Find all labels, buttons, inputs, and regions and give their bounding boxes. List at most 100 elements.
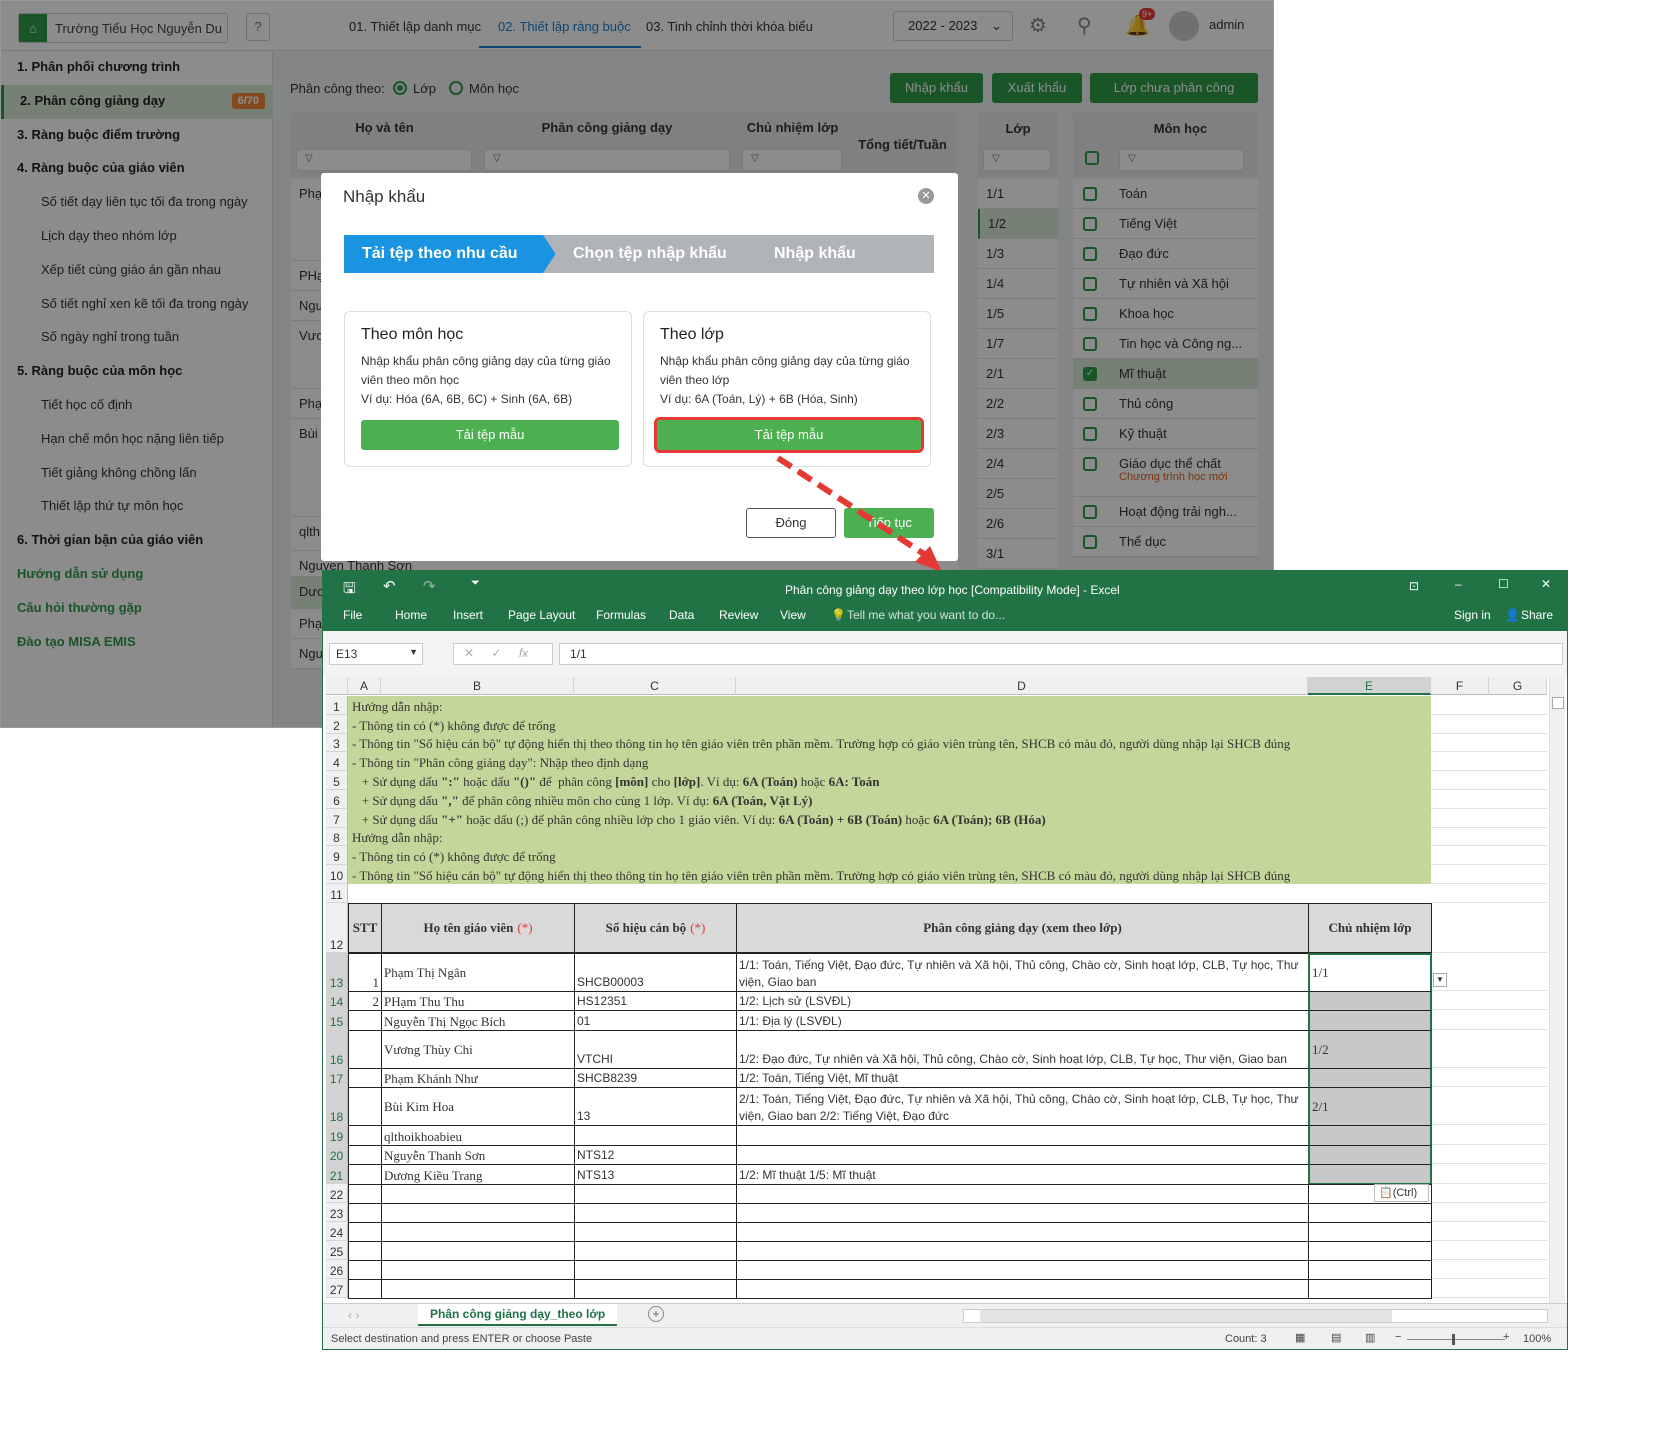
row-header[interactable]: 21 bbox=[326, 1164, 348, 1184]
table-cell-name[interactable]: qlthoikhoabieu bbox=[381, 1125, 575, 1146]
column-header-g[interactable]: G bbox=[1489, 677, 1547, 695]
table-cell-assign[interactable] bbox=[736, 1125, 1309, 1146]
table-cell-name[interactable]: Vương Thùy Chi bbox=[381, 1029, 575, 1069]
empty-cell[interactable] bbox=[1308, 1202, 1432, 1223]
table-cell-name[interactable]: Phạm Thị Ngân bbox=[381, 952, 575, 992]
table-cell-name[interactable]: Nguyễn Thanh Sơn bbox=[381, 1144, 575, 1166]
table-cell-homeroom[interactable] bbox=[1308, 1164, 1432, 1185]
empty-cell[interactable] bbox=[348, 1221, 382, 1242]
page-layout-view-icon[interactable]: ▤ bbox=[1331, 1331, 1341, 1344]
empty-cell[interactable] bbox=[574, 1259, 737, 1280]
row-header[interactable]: 5 bbox=[326, 771, 348, 790]
row-header[interactable]: 15 bbox=[326, 1010, 348, 1030]
empty-cell[interactable] bbox=[348, 1278, 382, 1299]
ribbon-tab-page-layout[interactable]: Page Layout bbox=[508, 608, 575, 622]
ribbon-tab-view[interactable]: View bbox=[780, 608, 806, 622]
empty-cell[interactable] bbox=[574, 1278, 737, 1299]
ribbon-tab-file[interactable]: File bbox=[343, 608, 362, 622]
table-cell-homeroom[interactable]: 2/1 bbox=[1308, 1087, 1432, 1127]
ribbon-display-icon[interactable]: ⊡ bbox=[1409, 579, 1419, 593]
ribbon-tab-home[interactable]: Home bbox=[395, 608, 427, 622]
column-header-b[interactable]: B bbox=[381, 677, 574, 695]
empty-cell[interactable] bbox=[736, 1183, 1309, 1204]
row-header[interactable]: 25 bbox=[326, 1240, 348, 1260]
table-cell-assign[interactable]: 1/2: Lịch sử (LSVĐL) bbox=[736, 990, 1309, 1012]
row-header[interactable]: 9 bbox=[326, 846, 348, 866]
empty-cell[interactable] bbox=[1308, 1278, 1432, 1299]
empty-cell[interactable] bbox=[736, 1278, 1309, 1299]
table-cell-stt[interactable]: 1 bbox=[348, 952, 382, 992]
name-box[interactable]: E13 ▼ bbox=[329, 643, 423, 665]
empty-cell[interactable] bbox=[381, 1202, 575, 1223]
table-cell-name[interactable]: Nguyễn Thị Ngọc Bích bbox=[381, 1010, 575, 1031]
maximize-icon[interactable]: ☐ bbox=[1498, 577, 1509, 591]
row-header[interactable]: 19 bbox=[326, 1125, 348, 1145]
table-cell-code[interactable]: 01 bbox=[574, 1010, 737, 1031]
table-cell-code[interactable]: NTS13 bbox=[574, 1164, 737, 1185]
row-header[interactable]: 20 bbox=[326, 1144, 348, 1165]
tell-me-box[interactable]: Tell me what you want to do... bbox=[847, 608, 1005, 622]
table-cell-name[interactable]: Phạm Khánh Như bbox=[381, 1067, 575, 1089]
empty-cell[interactable] bbox=[736, 1221, 1309, 1242]
dropdown-arrow-icon[interactable]: ▼ bbox=[1433, 972, 1447, 987]
redo-icon[interactable]: ↷ bbox=[423, 577, 436, 595]
empty-cell[interactable] bbox=[381, 1183, 575, 1204]
column-header-a[interactable]: A bbox=[348, 677, 381, 695]
empty-cell[interactable] bbox=[1308, 1240, 1432, 1261]
row-header[interactable]: 12 bbox=[326, 902, 348, 953]
select-all-corner[interactable] bbox=[326, 677, 348, 695]
empty-cell[interactable] bbox=[348, 1259, 382, 1280]
empty-cell[interactable] bbox=[736, 1240, 1309, 1261]
empty-cell[interactable] bbox=[348, 1202, 382, 1223]
empty-cell[interactable] bbox=[1308, 1221, 1432, 1242]
close-window-icon[interactable]: ✕ bbox=[1541, 577, 1551, 591]
table-cell-homeroom[interactable] bbox=[1308, 990, 1432, 1012]
column-header-d[interactable]: D bbox=[736, 677, 1308, 695]
column-header-f[interactable]: F bbox=[1431, 677, 1489, 695]
empty-cell[interactable] bbox=[381, 1221, 575, 1242]
empty-cell[interactable] bbox=[1308, 1259, 1432, 1280]
empty-cell[interactable] bbox=[348, 1183, 382, 1204]
table-cell-stt[interactable] bbox=[348, 1010, 382, 1031]
row-header[interactable]: 3 bbox=[326, 733, 348, 753]
row-header[interactable]: 13 bbox=[326, 952, 348, 991]
row-header[interactable]: 8 bbox=[326, 827, 348, 847]
table-cell-assign[interactable]: 1/2: Đạo đức, Tự nhiên và Xã hội, Thủ cô… bbox=[736, 1029, 1309, 1069]
table-cell-assign[interactable]: 2/1: Toán, Tiếng Việt, Đạo đức, Tự nhiên… bbox=[736, 1087, 1309, 1127]
ribbon-tab-review[interactable]: Review bbox=[719, 608, 758, 622]
row-header[interactable]: 24 bbox=[326, 1221, 348, 1241]
table-cell-code[interactable]: NTS12 bbox=[574, 1144, 737, 1166]
page-break-view-icon[interactable]: ▥ bbox=[1365, 1331, 1375, 1344]
ribbon-tab-data[interactable]: Data bbox=[669, 608, 694, 622]
table-cell-homeroom[interactable]: 1/2 bbox=[1308, 1029, 1432, 1069]
row-header[interactable]: 10 bbox=[326, 865, 348, 884]
empty-cell[interactable] bbox=[381, 1278, 575, 1299]
row-header[interactable]: 18 bbox=[326, 1087, 348, 1126]
row-header[interactable]: 17 bbox=[326, 1067, 348, 1088]
row-header[interactable]: 2 bbox=[326, 714, 348, 734]
table-cell-assign[interactable]: 1/2: Mĩ thuật 1/5: Mĩ thuật bbox=[736, 1164, 1309, 1185]
add-sheet-icon[interactable]: + bbox=[648, 1306, 664, 1322]
empty-cell[interactable] bbox=[736, 1202, 1309, 1223]
table-cell-assign[interactable]: 1/1: Địa lý (LSVĐL) bbox=[736, 1010, 1309, 1031]
undo-icon[interactable]: ↶ bbox=[383, 577, 396, 595]
table-cell-homeroom[interactable] bbox=[1308, 1067, 1432, 1089]
close-icon[interactable]: ✕ bbox=[918, 188, 934, 204]
formula-input[interactable]: 1/1 bbox=[559, 643, 1563, 665]
spreadsheet-grid[interactable]: A B C D E F G 1 2 3 4 5 6 7 8 9 10 11 12 13 14 15 16 17 18 19 20 21… bbox=[323, 677, 1567, 1303]
table-cell-code[interactable]: SHCB8239 bbox=[574, 1067, 737, 1089]
empty-cell[interactable] bbox=[574, 1202, 737, 1223]
enter-icon[interactable]: ✓ bbox=[491, 646, 501, 660]
table-cell-homeroom[interactable] bbox=[1308, 1125, 1432, 1146]
cancel-icon[interactable]: ✕ bbox=[464, 646, 474, 660]
empty-cell[interactable] bbox=[381, 1259, 575, 1280]
row-header[interactable]: 16 bbox=[326, 1029, 348, 1068]
ribbon-tab-formulas[interactable]: Formulas bbox=[596, 608, 646, 622]
row-header[interactable]: 6 bbox=[326, 790, 348, 809]
download-template-class-button[interactable]: Tải tệp mẫu bbox=[654, 417, 924, 453]
empty-cell[interactable] bbox=[348, 1240, 382, 1261]
horizontal-scrollbar[interactable] bbox=[963, 1309, 1548, 1323]
zoom-out-icon[interactable]: − bbox=[1395, 1331, 1401, 1343]
zoom-slider[interactable] bbox=[1407, 1334, 1505, 1345]
zoom-in-icon[interactable]: + bbox=[1503, 1331, 1509, 1343]
